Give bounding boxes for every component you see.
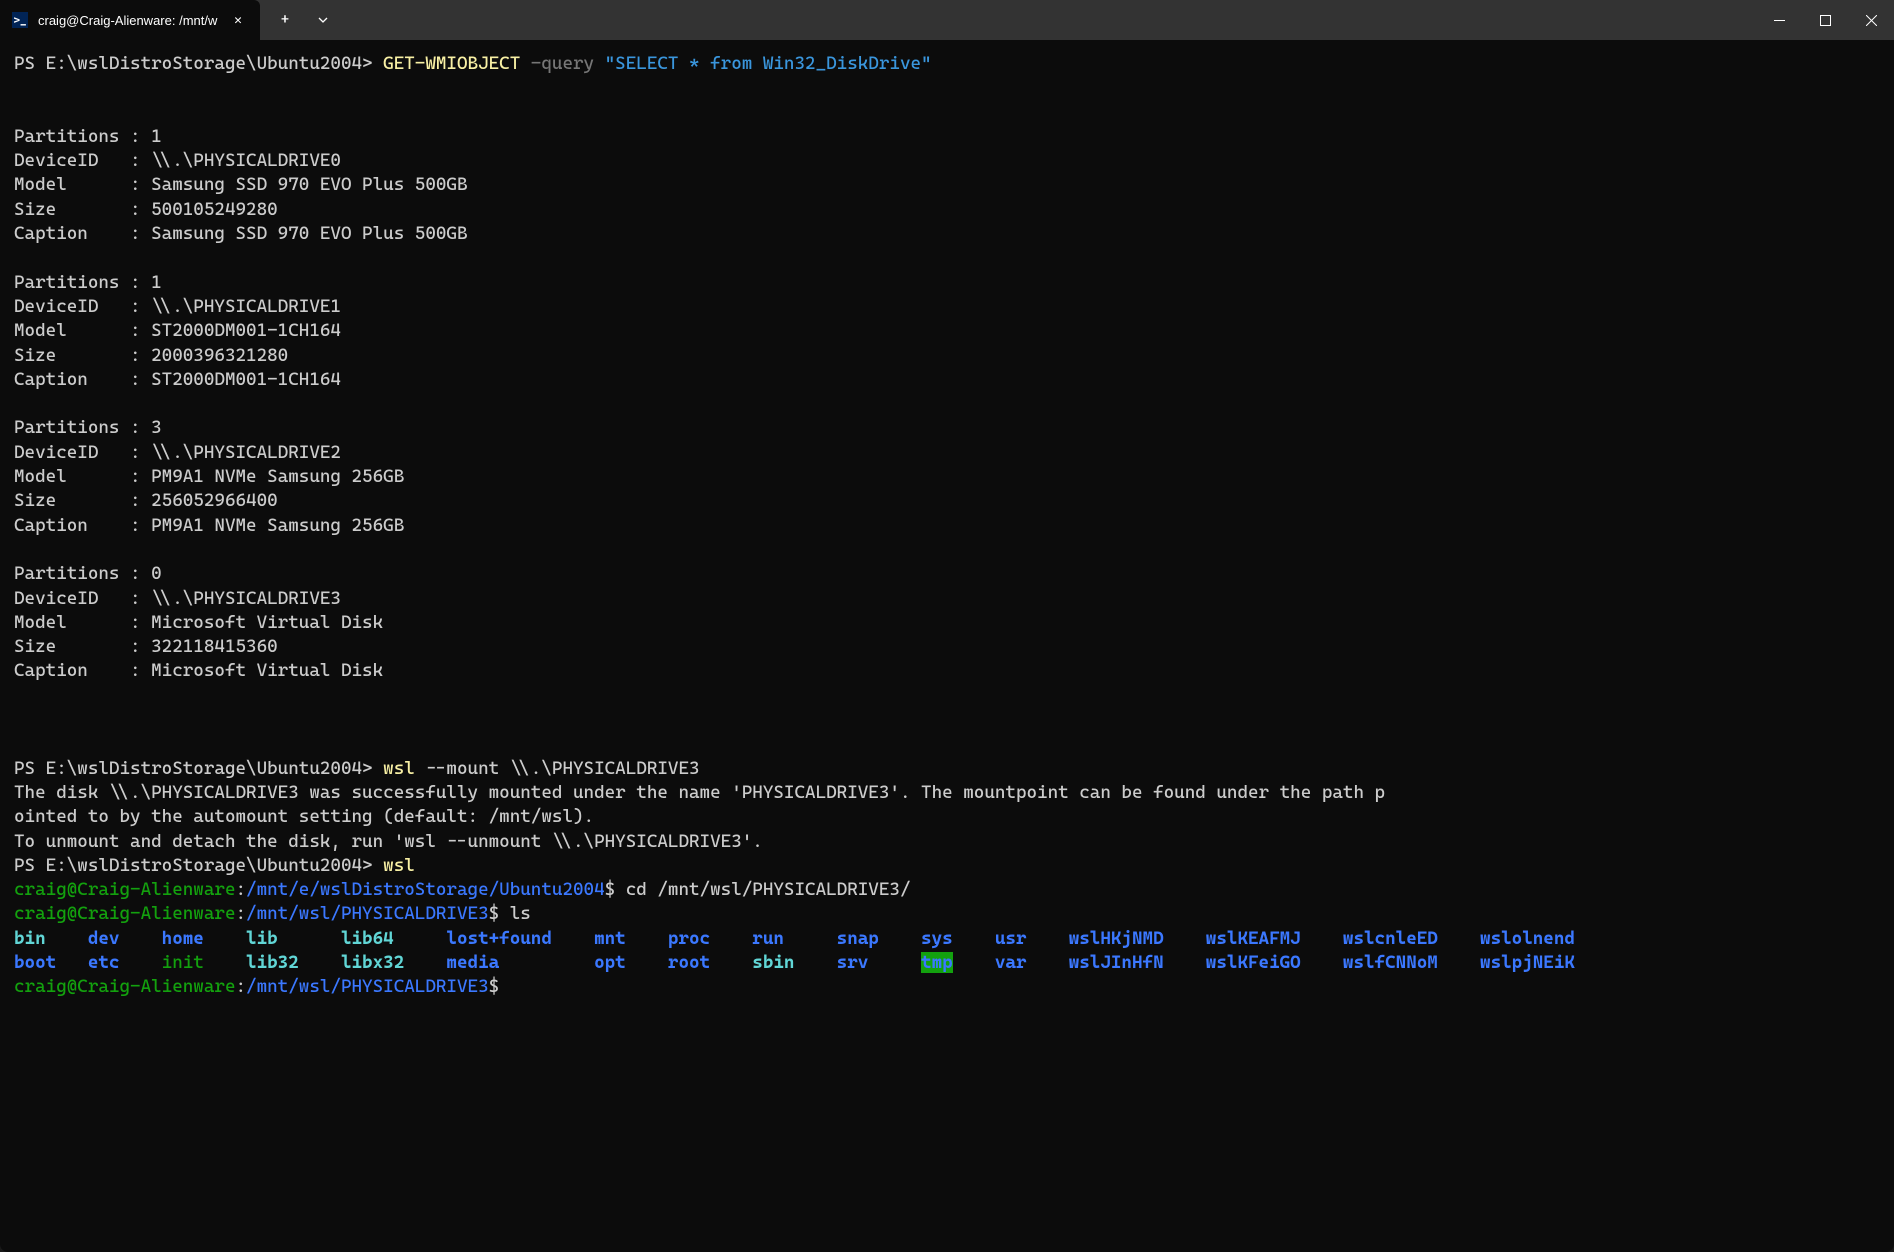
drive-deviceid: DeviceID : \\.\PHYSICALDRIVE3 (14, 588, 341, 609)
bash-dollar: $ (605, 879, 626, 900)
ls-entry: opt (594, 952, 626, 973)
bash-user: craig@Craig-Alienware (14, 903, 235, 924)
terminal-content[interactable]: PS E:\wslDistroStorage\Ubuntu2004> GET-W… (0, 40, 1894, 1252)
bash-colon: : (235, 879, 246, 900)
powershell-icon: >_ (12, 12, 28, 28)
close-button[interactable] (1848, 0, 1894, 40)
bash-colon: : (235, 976, 246, 997)
drive-caption: Caption : Microsoft Virtual Disk (14, 660, 383, 681)
tab-dropdown-button[interactable] (306, 3, 340, 37)
ls-entry: wslKFeiGO (1206, 952, 1301, 973)
chevron-down-icon (317, 14, 329, 26)
bash-path: /mnt/wsl/PHYSICALDRIVE3 (246, 976, 489, 997)
bash-user: craig@Craig-Alienware (14, 976, 235, 997)
ls-entry: wslpjNEiK (1480, 952, 1575, 973)
tab-close-button[interactable]: ✕ (228, 10, 248, 30)
bash-cmd: cd /mnt/wsl/PHYSICALDRIVE3/ (626, 879, 911, 900)
ls-entry: root (668, 952, 710, 973)
ls-entry: lost+found (446, 928, 551, 949)
maximize-button[interactable] (1802, 0, 1848, 40)
bash-user: craig@Craig-Alienware (14, 879, 235, 900)
ls-entry: bin (14, 928, 46, 949)
new-tab-button[interactable]: + (268, 3, 302, 37)
tab-actions: + (260, 3, 348, 37)
cmd-flag: -query (520, 53, 604, 74)
ls-entry: media (446, 952, 499, 973)
drive-partitions: Partitions : 3 (14, 417, 162, 438)
drive-partitions: Partitions : 1 (14, 272, 162, 293)
ls-entry: init (162, 952, 204, 973)
drive-partitions: Partitions : 1 (14, 126, 162, 147)
ls-entry: home (162, 928, 204, 949)
drive-size: Size : 500105249280 (14, 199, 278, 220)
cmd-name: wsl (383, 855, 415, 876)
ps-prompt: PS E:\wslDistroStorage\Ubuntu2004> (14, 758, 383, 779)
drive-partitions: Partitions : 0 (14, 563, 162, 584)
drive-size: Size : 256052966400 (14, 490, 278, 511)
ps-prompt: PS E:\wslDistroStorage\Ubuntu2004> (14, 855, 383, 876)
drive-size: Size : 322118415360 (14, 636, 278, 657)
ls-entry: wslJInHfN (1069, 952, 1164, 973)
cmd-args: --mount \\.\PHYSICALDRIVE3 (415, 758, 700, 779)
ls-entry: snap (837, 928, 879, 949)
drive-deviceid: DeviceID : \\.\PHYSICALDRIVE0 (14, 150, 341, 171)
bash-path: /mnt/wsl/PHYSICALDRIVE3 (246, 903, 489, 924)
output-line: The disk \\.\PHYSICALDRIVE3 was successf… (14, 782, 1385, 803)
drive-deviceid: DeviceID : \\.\PHYSICALDRIVE2 (14, 442, 341, 463)
ls-entry: lib32 (246, 952, 299, 973)
ls-entry: proc (668, 928, 710, 949)
ls-entry: lib64 (341, 928, 394, 949)
drive-caption: Caption : ST2000DM001-1CH164 (14, 369, 341, 390)
bash-colon: : (235, 903, 246, 924)
drive-size: Size : 2000396321280 (14, 345, 288, 366)
drive-deviceid: DeviceID : \\.\PHYSICALDRIVE1 (14, 296, 341, 317)
maximize-icon (1820, 15, 1831, 26)
close-icon (1866, 15, 1877, 26)
output-line: ointed to by the automount setting (defa… (14, 806, 594, 827)
bash-cmd: ls (510, 903, 531, 924)
ls-entry: boot (14, 952, 56, 973)
ls-entry: wslHKjNMD (1069, 928, 1164, 949)
bash-path: /mnt/e/wslDistroStorage/Ubuntu2004 (246, 879, 605, 900)
ps-prompt: PS E:\wslDistroStorage\Ubuntu2004> (14, 53, 383, 74)
ls-entry: libx32 (341, 952, 404, 973)
ls-entry: dev (88, 928, 120, 949)
ls-entry: sys (921, 928, 953, 949)
bash-dollar: $ (489, 976, 500, 997)
cmd-name: wsl (383, 758, 415, 779)
ls-entry: wslolnend (1480, 928, 1575, 949)
drive-caption: Caption : PM9A1 NVMe Samsung 256GB (14, 515, 404, 536)
ls-entry: run (752, 928, 784, 949)
drive-caption: Caption : Samsung SSD 970 EVO Plus 500GB (14, 223, 468, 244)
drive-model: Model : Samsung SSD 970 EVO Plus 500GB (14, 174, 468, 195)
minimize-button[interactable] (1756, 0, 1802, 40)
window-controls (1756, 0, 1894, 40)
ls-entry: wslfCNNoM (1343, 952, 1438, 973)
drive-model: Model : ST2000DM001-1CH164 (14, 320, 341, 341)
drive-model: Model : Microsoft Virtual Disk (14, 612, 383, 633)
ls-entry: tmp (921, 952, 953, 973)
drive-model: Model : PM9A1 NVMe Samsung 256GB (14, 466, 404, 487)
tab-title: craig@Craig-Alienware: /mnt/w (38, 13, 218, 28)
output-line: To unmount and detach the disk, run 'wsl… (14, 831, 763, 852)
bash-dollar: $ (489, 903, 510, 924)
cmdlet-name: GET-WMIOBJECT (383, 53, 520, 74)
minimize-icon (1774, 15, 1785, 26)
ls-entry: sbin (752, 952, 794, 973)
ls-entry: usr (995, 928, 1027, 949)
ls-entry: wslcnleED (1343, 928, 1438, 949)
ls-entry: srv (837, 952, 869, 973)
titlebar: >_ craig@Craig-Alienware: /mnt/w ✕ + (0, 0, 1894, 40)
cmd-string: "SELECT * from Win32_DiskDrive" (605, 53, 932, 74)
ls-entry: wslKEAFMJ (1206, 928, 1301, 949)
active-tab[interactable]: >_ craig@Craig-Alienware: /mnt/w ✕ (0, 0, 260, 40)
ls-entry: etc (88, 952, 120, 973)
ls-entry: var (995, 952, 1027, 973)
ls-entry: mnt (594, 928, 626, 949)
ls-entry: lib (246, 928, 278, 949)
